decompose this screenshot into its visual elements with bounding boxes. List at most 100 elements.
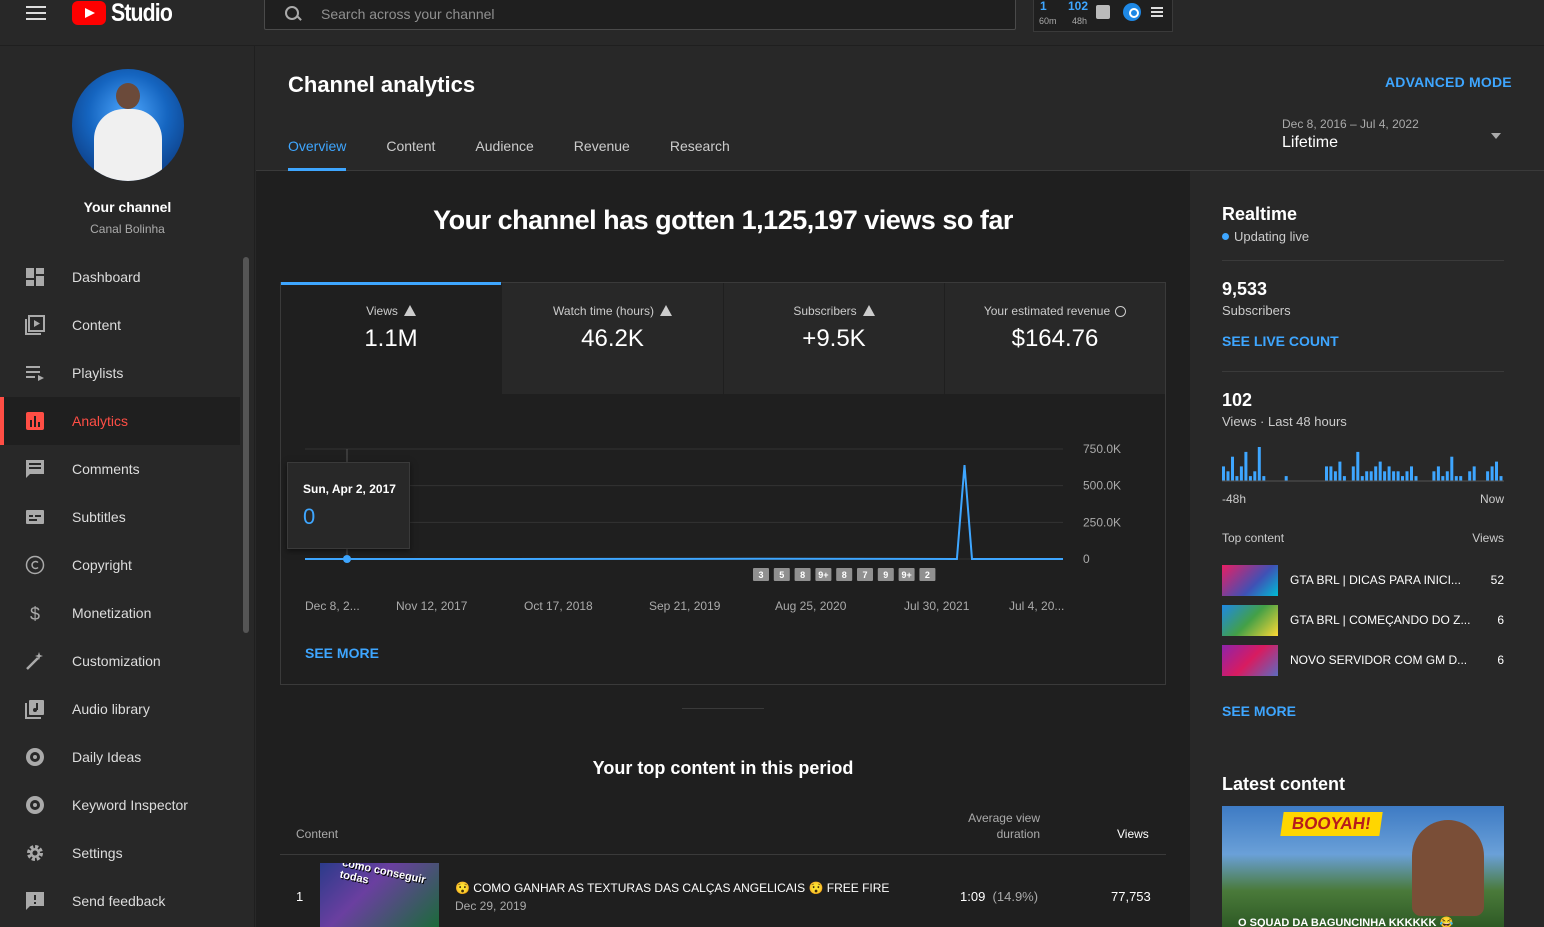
date-range-value[interactable]: Lifetime xyxy=(1282,134,1338,152)
extension-logo-icon[interactable] xyxy=(1123,3,1141,21)
extension-menu-icon[interactable] xyxy=(1151,7,1163,19)
thumbnail-text: como conseguir todas xyxy=(338,863,427,887)
video-title[interactable]: 😯 COMO GANHAR AS TEXTURAS DAS CALÇAS ANG… xyxy=(455,881,889,895)
playlists-icon xyxy=(26,366,44,381)
sidebar-item-monetization[interactable]: $ Monetization xyxy=(0,589,240,637)
realtime-bar xyxy=(1392,471,1396,481)
tab-overview[interactable]: Overview xyxy=(288,138,347,171)
analytics-tabs: Overview Content Audience Revenue Resear… xyxy=(288,138,770,171)
sidebar-item-settings[interactable]: Settings xyxy=(0,829,240,877)
sidebar-item-subtitles[interactable]: Subtitles xyxy=(0,493,240,541)
hamburger-menu-icon[interactable] xyxy=(26,6,46,22)
video-views: 6 xyxy=(1497,613,1504,627)
video-title: GTA BRL | DICAS PARA INICI... xyxy=(1290,573,1461,587)
annotation-marker-label: 3 xyxy=(758,570,763,580)
sidebar-scrollbar[interactable] xyxy=(243,257,249,633)
sidebar-item-send-feedback[interactable]: Send feedback xyxy=(0,877,240,925)
date-range-label[interactable]: Dec 8, 2016 – Jul 4, 2022 xyxy=(1282,117,1419,131)
tab-revenue[interactable]: Revenue xyxy=(574,138,630,171)
bar-chart-icon[interactable] xyxy=(1096,5,1110,19)
realtime-content-item[interactable]: NOVO SERVIDOR COM GM D... 6 xyxy=(1222,645,1504,677)
y-tick-label: 250.0K xyxy=(1083,515,1121,529)
see-live-count-button[interactable]: SEE LIVE COUNT xyxy=(1222,333,1339,349)
extension-widget[interactable]: 1 60m 102 48h xyxy=(1033,0,1173,32)
realtime-bar xyxy=(1239,466,1243,481)
sidebar-item-label: Playlists xyxy=(72,365,124,381)
sidebar-item-analytics[interactable]: Analytics xyxy=(0,397,240,445)
page-title: Channel analytics xyxy=(288,72,476,97)
realtime-see-more-button[interactable]: SEE MORE xyxy=(1222,703,1296,719)
realtime-bar xyxy=(1401,476,1404,481)
latest-video-thumbnail[interactable]: BOOYAH! O SQUAD DA BAGUNCINHA KKKKKK 😂 xyxy=(1222,806,1504,927)
sidebar-item-content[interactable]: Content xyxy=(0,301,240,349)
realtime-bar-chart[interactable] xyxy=(1222,443,1504,483)
content-icon xyxy=(25,315,45,335)
search-bar[interactable] xyxy=(264,0,1016,30)
realtime-bar xyxy=(1432,471,1436,481)
realtime-bar xyxy=(1405,471,1409,481)
divider xyxy=(1222,371,1504,372)
realtime-subscribers-value: 9,533 xyxy=(1222,279,1268,299)
column-header-content: Content xyxy=(296,827,339,841)
tooltip-value: 0 xyxy=(303,504,316,529)
realtime-content-item[interactable]: GTA BRL | DICAS PARA INICI... 52 xyxy=(1222,565,1504,597)
video-thumbnail[interactable]: como conseguir todas xyxy=(320,863,439,927)
latest-content-card: Latest content BOOYAH! O SQUAD DA BAGUNC… xyxy=(1206,758,1520,927)
video-date: Dec 29, 2019 xyxy=(455,899,527,913)
hover-point xyxy=(343,555,351,563)
column-header-views[interactable]: Views xyxy=(1117,827,1149,841)
top-content-title: Your top content in this period xyxy=(592,758,854,778)
tab-content[interactable]: Content xyxy=(386,138,435,171)
subtitles-icon xyxy=(26,510,44,524)
realtime-bar xyxy=(1383,471,1387,481)
studio-logo[interactable]: Studio xyxy=(72,0,183,27)
search-input[interactable] xyxy=(321,6,921,22)
realtime-bar xyxy=(1329,466,1333,481)
realtime-bar xyxy=(1257,447,1261,481)
sidebar-item-keyword-inspector[interactable]: Keyword Inspector xyxy=(0,781,240,829)
tab-audience[interactable]: Audience xyxy=(475,138,533,171)
channel-name: Canal Bolinha xyxy=(90,222,165,236)
annotation-marker-label: 9+ xyxy=(818,570,828,580)
sidebar-item-comments[interactable]: Comments xyxy=(0,445,240,493)
annotation-marker-label: 5 xyxy=(779,570,784,580)
video-views: 52 xyxy=(1490,573,1504,587)
realtime-bar xyxy=(1387,466,1391,481)
sidebar-item-audio-library[interactable]: Audio library xyxy=(0,685,240,733)
realtime-axis-end: Now xyxy=(1479,492,1504,506)
video-thumbnail xyxy=(1222,645,1278,676)
realtime-bar xyxy=(1436,466,1440,481)
advanced-mode-button[interactable]: ADVANCED MODE xyxy=(1385,74,1512,90)
sidebar-item-label: Settings xyxy=(72,845,123,861)
search-icon[interactable] xyxy=(285,6,301,22)
sidebar-item-copyright[interactable]: Copyright xyxy=(0,541,240,589)
sidebar-item-daily-ideas[interactable]: Daily Ideas xyxy=(0,733,240,781)
realtime-bar xyxy=(1284,476,1288,481)
sidebar-item-label: Copyright xyxy=(72,557,132,573)
settings-icon xyxy=(27,845,43,861)
views-line-chart[interactable]: 750.0K 500.0K 250.0K 0 Dec 8, 2... Nov 12, 20… xyxy=(280,282,1166,642)
sidebar-item-customization[interactable]: Customization xyxy=(0,637,240,685)
chart-tooltip: Sun, Apr 2, 2017 0 xyxy=(287,462,410,549)
sidebar-item-dashboard[interactable]: Dashboard xyxy=(0,253,240,301)
realtime-bar xyxy=(1365,471,1369,481)
realtime-bar xyxy=(1262,476,1266,481)
top-content-label: Top content xyxy=(1222,531,1285,545)
see-more-button[interactable]: SEE MORE xyxy=(305,645,379,661)
copyright-icon xyxy=(25,555,45,575)
sidebar-item-playlists[interactable]: Playlists xyxy=(0,349,240,397)
realtime-content-item[interactable]: GTA BRL | COMEÇANDO DO Z... 6 xyxy=(1222,605,1504,637)
tab-research[interactable]: Research xyxy=(670,138,730,171)
annotation-marker-label: 2 xyxy=(925,570,930,580)
sidebar-item-label: Audio library xyxy=(72,701,150,717)
sidebar: Your channel Canal Bolinha Dashboard Con… xyxy=(0,46,255,927)
sidebar-item-label: Comments xyxy=(72,461,140,477)
x-tick-label: Dec 8, 2... xyxy=(305,599,360,613)
ext-realtime-count: 1 xyxy=(1040,0,1047,13)
dropdown-arrow-icon[interactable] xyxy=(1491,133,1501,139)
channel-avatar[interactable] xyxy=(72,69,184,181)
series-line xyxy=(305,465,1063,561)
column-header-avg-duration[interactable]: Average view duration xyxy=(968,811,1040,841)
annotation-marker-label: 8 xyxy=(800,570,805,580)
annotation-marker-label: 9+ xyxy=(901,570,911,580)
